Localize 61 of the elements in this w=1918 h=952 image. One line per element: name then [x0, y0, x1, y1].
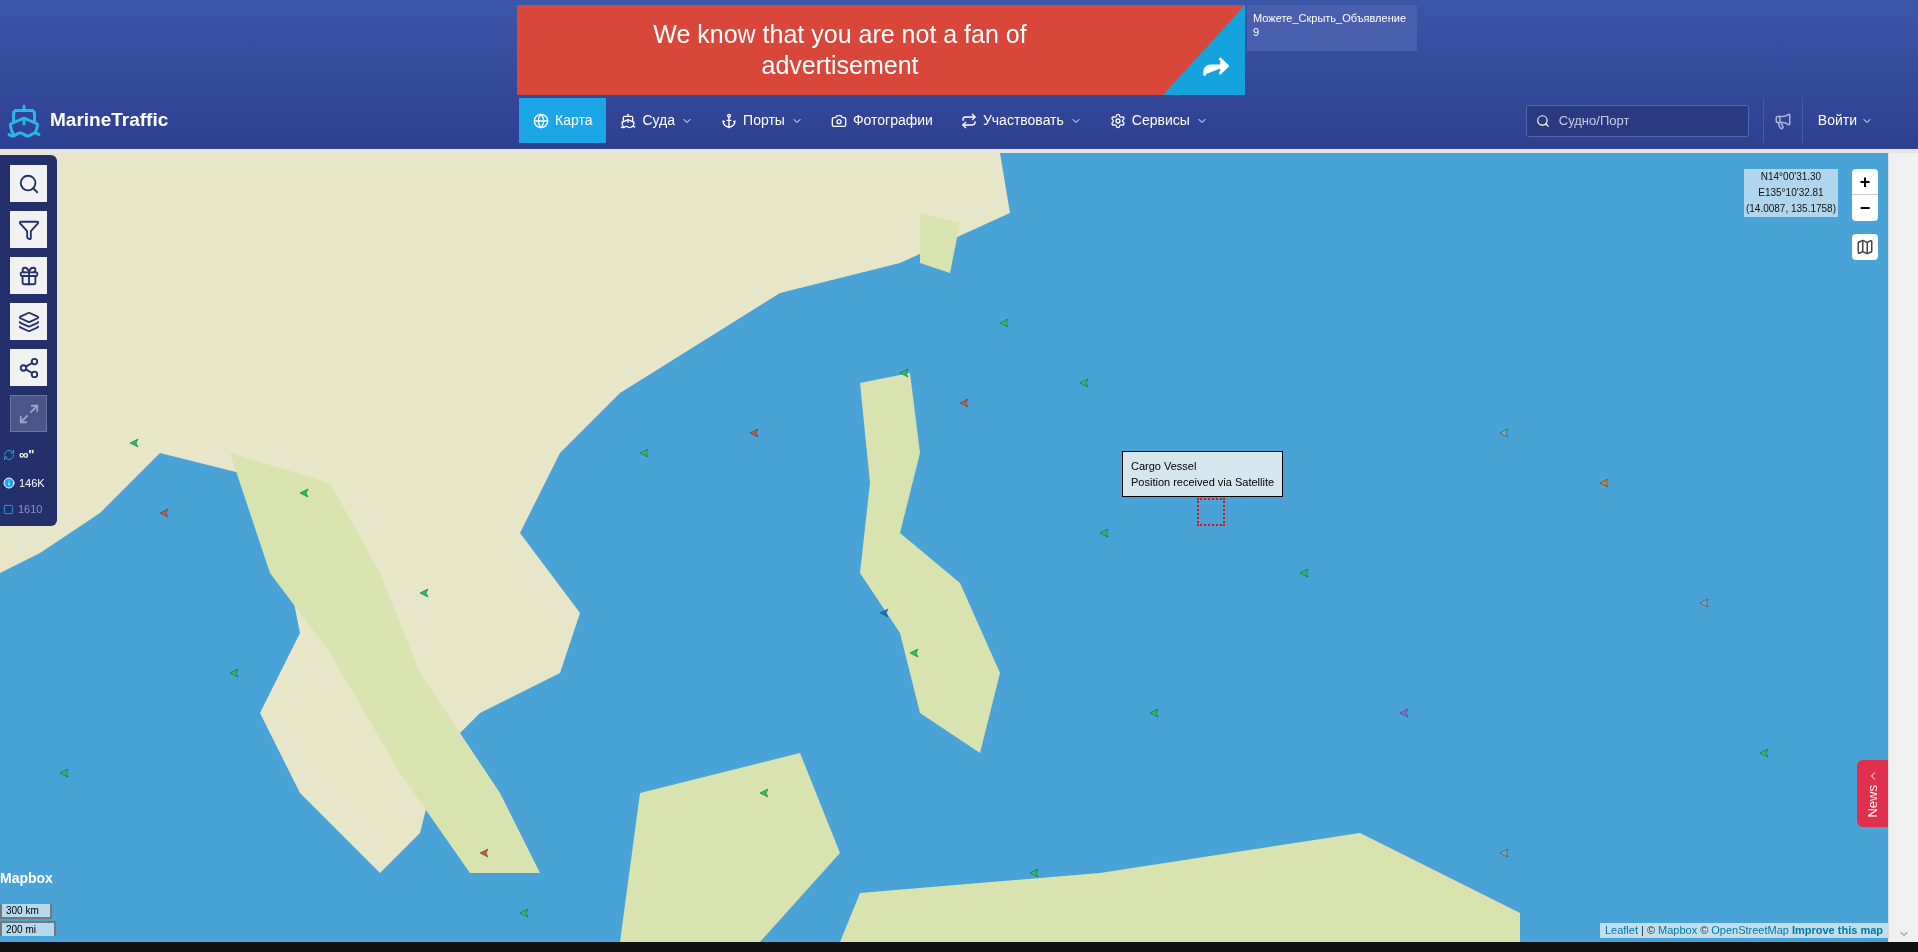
nav-tab[interactable]: Суда [606, 98, 708, 143]
tool-button[interactable] [10, 303, 47, 340]
nav-tab[interactable]: Порты [707, 98, 817, 143]
refresh-icon [3, 448, 15, 461]
ad-banner[interactable]: We know that you are not a fan of advertisement [517, 5, 1245, 95]
logo-text[interactable]: MarineTraffic [50, 106, 169, 135]
attribution-text: © [1700, 923, 1709, 938]
search-icon [17, 172, 40, 195]
tool-button[interactable] [10, 349, 47, 386]
scale-bar: 200 mi [0, 921, 56, 936]
stat-text: 1610 [18, 502, 43, 517]
ad-hide-box[interactable]: Можете_Скрыть_Объявление 9 [1247, 5, 1417, 51]
refresh-icon [960, 112, 977, 129]
login-button[interactable]: Войти [1802, 110, 1888, 131]
zoom-in-button[interactable]: + [1852, 169, 1878, 195]
stat-text: ∞" [19, 446, 35, 464]
tool-button[interactable] [10, 165, 47, 202]
filter-icon [17, 218, 40, 241]
nav-tab[interactable]: Сервисы [1095, 98, 1222, 143]
countdown: 9 [1253, 25, 1261, 39]
expand-icon [17, 402, 40, 425]
search-field[interactable]: Судно/Порт [1525, 104, 1749, 137]
hide-ad-label: Можете_Скрыть_Объявление [1253, 11, 1407, 25]
tooltip-text: Position received via Satellite [1131, 475, 1275, 490]
attribution-text: | © [1641, 923, 1655, 938]
zoom-out-button[interactable]: − [1852, 195, 1878, 221]
camera-icon [830, 112, 847, 129]
globe-icon [533, 112, 549, 129]
coordinate-text: N14°00'31.30 [1760, 170, 1822, 184]
tool-button[interactable] [10, 211, 47, 248]
gear-icon [1109, 112, 1126, 129]
improve-map-link[interactable]: Improve this map [1791, 923, 1883, 938]
logo-icon [6, 102, 42, 139]
coordinate-text: E135°10'32.81 [1758, 186, 1824, 200]
news-tab[interactable]: News [1857, 760, 1888, 827]
tool-button[interactable] [10, 257, 47, 294]
scrollbar[interactable] [1888, 153, 1918, 942]
tooltip-text: Cargo Vessel [1131, 459, 1198, 474]
checkbox[interactable] [3, 503, 14, 515]
map-layers-button[interactable] [1852, 234, 1878, 260]
search-icon [1535, 113, 1550, 128]
attribution-link[interactable]: OpenStreetMap [1711, 923, 1789, 938]
layers-icon [17, 310, 40, 333]
attribution-link[interactable]: Leaflet [1604, 923, 1638, 938]
info-icon [3, 476, 15, 489]
ship-icon [620, 112, 637, 129]
nav-tab[interactable]: Участвовать [946, 98, 1096, 143]
attribution-link[interactable]: Mapbox [1658, 923, 1698, 938]
scale-bar: 300 km [0, 904, 52, 919]
map-icon [1856, 238, 1874, 256]
megaphone-icon [1773, 111, 1792, 130]
anchor-icon [721, 112, 738, 129]
coordinate-text: (14.0087, 135.1758) [1745, 202, 1836, 216]
nav-tab[interactable]: Фотографии [816, 98, 947, 143]
network-icon [17, 356, 40, 379]
announcement-button[interactable] [1762, 98, 1803, 143]
map[interactable]: ∞" 146K 1610 N14°00'31.30 E135°10'32.81 (14.0087, 135.1758) + − Cargo Vessel Position received via Satellite Mapbox 300 km 200 mi Leaflet | © Mapbox © OpenStreetMap Improve this map News [0, 153, 1888, 942]
ad-text: We know that you are not a fan of advertisement [652, 19, 1028, 81]
selection-marker [1197, 498, 1225, 526]
stat-text: 146K [19, 475, 45, 491]
mapbox-logo: Mapbox [0, 869, 53, 888]
